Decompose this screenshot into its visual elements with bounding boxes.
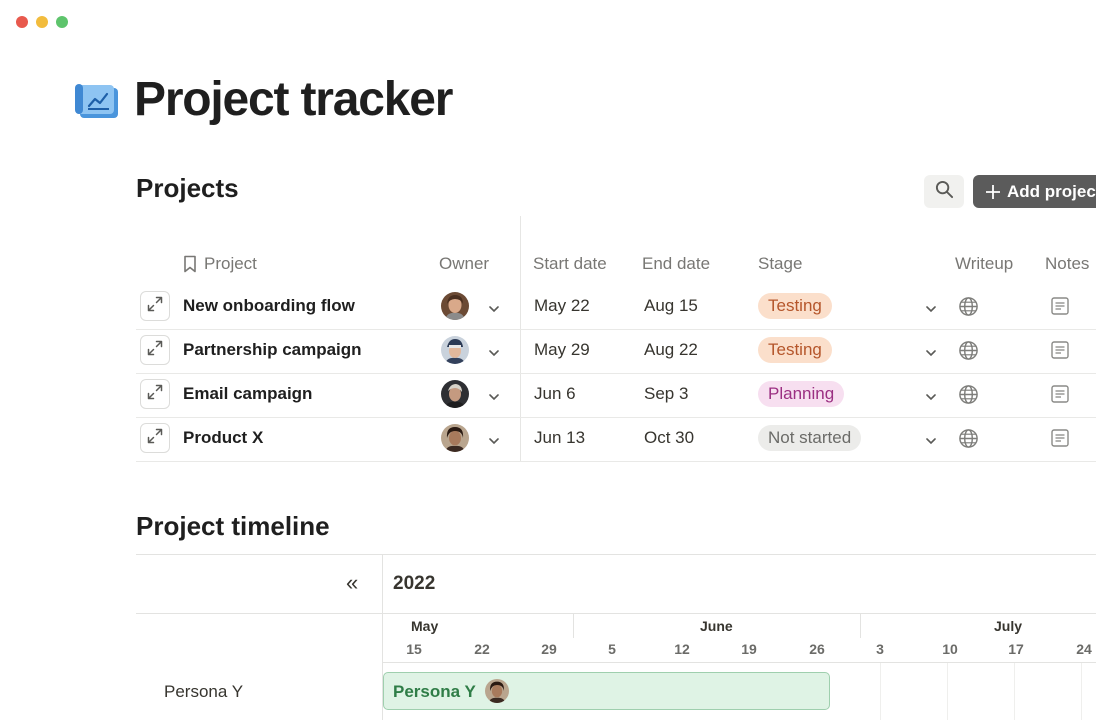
owner-avatar[interactable] <box>441 380 469 408</box>
search-button[interactable] <box>924 175 964 208</box>
table-row[interactable]: New onboarding flow May 22 Aug 15 Testin… <box>136 285 1096 329</box>
stage-dropdown-chevron-icon[interactable] <box>926 300 936 318</box>
end-date[interactable]: Sep 3 <box>644 384 688 404</box>
globe-icon[interactable] <box>958 340 979 366</box>
owner-avatar[interactable] <box>441 336 469 364</box>
table-row[interactable]: Partnership campaign May 29 Aug 22 Testi… <box>136 329 1096 373</box>
timeline-heading: Project timeline <box>136 511 330 541</box>
search-icon <box>935 180 954 204</box>
stage-dropdown-chevron-icon[interactable] <box>926 344 936 362</box>
notes-icon[interactable] <box>1051 385 1069 408</box>
month-label: June <box>700 618 733 634</box>
timeline-bar-label: Persona Y <box>393 682 476 701</box>
table-row[interactable]: Email campaign Jun 6 Sep 3 Planning <box>136 373 1096 417</box>
collapse-sidebar-button[interactable]: « <box>346 570 358 596</box>
day-label: 24 <box>1076 641 1092 657</box>
timeline-year: 2022 <box>393 573 436 594</box>
owner-dropdown-chevron-icon[interactable] <box>489 388 499 406</box>
notes-icon[interactable] <box>1051 297 1069 320</box>
day-label: 26 <box>809 641 825 657</box>
project-name[interactable]: New onboarding flow <box>183 296 355 316</box>
open-page-button[interactable] <box>140 379 170 409</box>
stage-tag[interactable]: Testing <box>758 337 832 363</box>
month-divider <box>860 614 861 638</box>
day-label: 3 <box>876 641 884 657</box>
stage-dropdown-chevron-icon[interactable] <box>926 388 936 406</box>
add-project-label: Add project <box>1007 181 1096 201</box>
month-label: May <box>411 618 439 634</box>
expand-arrows-icon <box>146 427 164 450</box>
column-header-end-date[interactable]: End date <box>642 254 710 274</box>
column-header-owner[interactable]: Owner <box>439 254 489 274</box>
bookmark-icon <box>182 255 198 273</box>
expand-arrows-icon <box>146 339 164 362</box>
month-label: July <box>994 618 1023 634</box>
expand-arrows-icon <box>146 295 164 318</box>
stage-tag[interactable]: Not started <box>758 425 862 451</box>
start-date[interactable]: May 22 <box>534 296 590 316</box>
day-label: 29 <box>541 641 557 657</box>
day-label: 19 <box>741 641 757 657</box>
column-header-project[interactable]: Project <box>182 254 257 274</box>
add-project-button[interactable]: Add project <box>973 175 1096 208</box>
owner-avatar[interactable] <box>441 424 469 452</box>
globe-icon[interactable] <box>958 296 979 322</box>
day-label: 15 <box>406 641 422 657</box>
stage-dropdown-chevron-icon[interactable] <box>926 432 936 450</box>
open-page-button[interactable] <box>140 335 170 365</box>
window-close-button[interactable] <box>16 16 28 28</box>
month-divider <box>573 614 574 638</box>
column-header-start-date[interactable]: Start date <box>533 254 607 274</box>
window-maximize-button[interactable] <box>56 16 68 28</box>
day-label: 22 <box>474 641 490 657</box>
day-label: 10 <box>942 641 958 657</box>
day-label: 12 <box>674 641 690 657</box>
row-divider <box>136 461 1096 462</box>
project-name[interactable]: Partnership campaign <box>183 340 362 360</box>
day-label: 17 <box>1008 641 1024 657</box>
start-date[interactable]: May 29 <box>534 340 590 360</box>
column-header-notes[interactable]: Notes <box>1045 254 1089 274</box>
timeline-sidebar-divider <box>136 613 382 614</box>
project-name[interactable]: Email campaign <box>183 384 312 404</box>
notes-icon[interactable] <box>1051 341 1069 364</box>
week-gridline <box>1014 663 1015 720</box>
end-date[interactable]: Oct 30 <box>644 428 694 448</box>
timeline-header-divider <box>383 613 1096 614</box>
stage-tag[interactable]: Testing <box>758 293 832 319</box>
table-row[interactable]: Product X Jun 13 Oct 30 Not started <box>136 417 1096 461</box>
owner-avatar[interactable] <box>441 292 469 320</box>
notes-icon[interactable] <box>1051 429 1069 452</box>
expand-arrows-icon <box>146 383 164 406</box>
projects-heading: Projects <box>136 173 239 203</box>
start-date[interactable]: Jun 13 <box>534 428 585 448</box>
column-header-stage[interactable]: Stage <box>758 254 802 274</box>
owner-dropdown-chevron-icon[interactable] <box>489 344 499 362</box>
plus-icon <box>985 184 1001 200</box>
day-label: 5 <box>608 641 616 657</box>
start-date[interactable]: Jun 6 <box>534 384 576 404</box>
globe-icon[interactable] <box>958 384 979 410</box>
page-title: Project tracker <box>134 73 453 126</box>
timeline-days-divider <box>383 662 1096 663</box>
end-date[interactable]: Aug 15 <box>644 296 698 316</box>
column-header-writeup[interactable]: Writeup <box>955 254 1013 274</box>
globe-icon[interactable] <box>958 428 979 454</box>
project-name[interactable]: Product X <box>183 428 263 448</box>
window-minimize-button[interactable] <box>36 16 48 28</box>
timeline-row-label[interactable]: Persona Y <box>164 682 243 702</box>
stage-tag[interactable]: Planning <box>758 381 845 407</box>
column-label-project: Project <box>204 254 257 273</box>
week-gridline <box>1081 663 1082 720</box>
owner-dropdown-chevron-icon[interactable] <box>489 300 499 318</box>
open-page-button[interactable] <box>140 423 170 453</box>
owner-dropdown-chevron-icon[interactable] <box>489 432 499 450</box>
open-page-button[interactable] <box>140 291 170 321</box>
bar-owner-avatar <box>485 679 509 703</box>
chart-scroll-icon <box>74 82 120 122</box>
timeline-bar[interactable]: Persona Y <box>383 672 830 710</box>
week-gridline <box>880 663 881 720</box>
end-date[interactable]: Aug 22 <box>644 340 698 360</box>
week-gridline <box>947 663 948 720</box>
